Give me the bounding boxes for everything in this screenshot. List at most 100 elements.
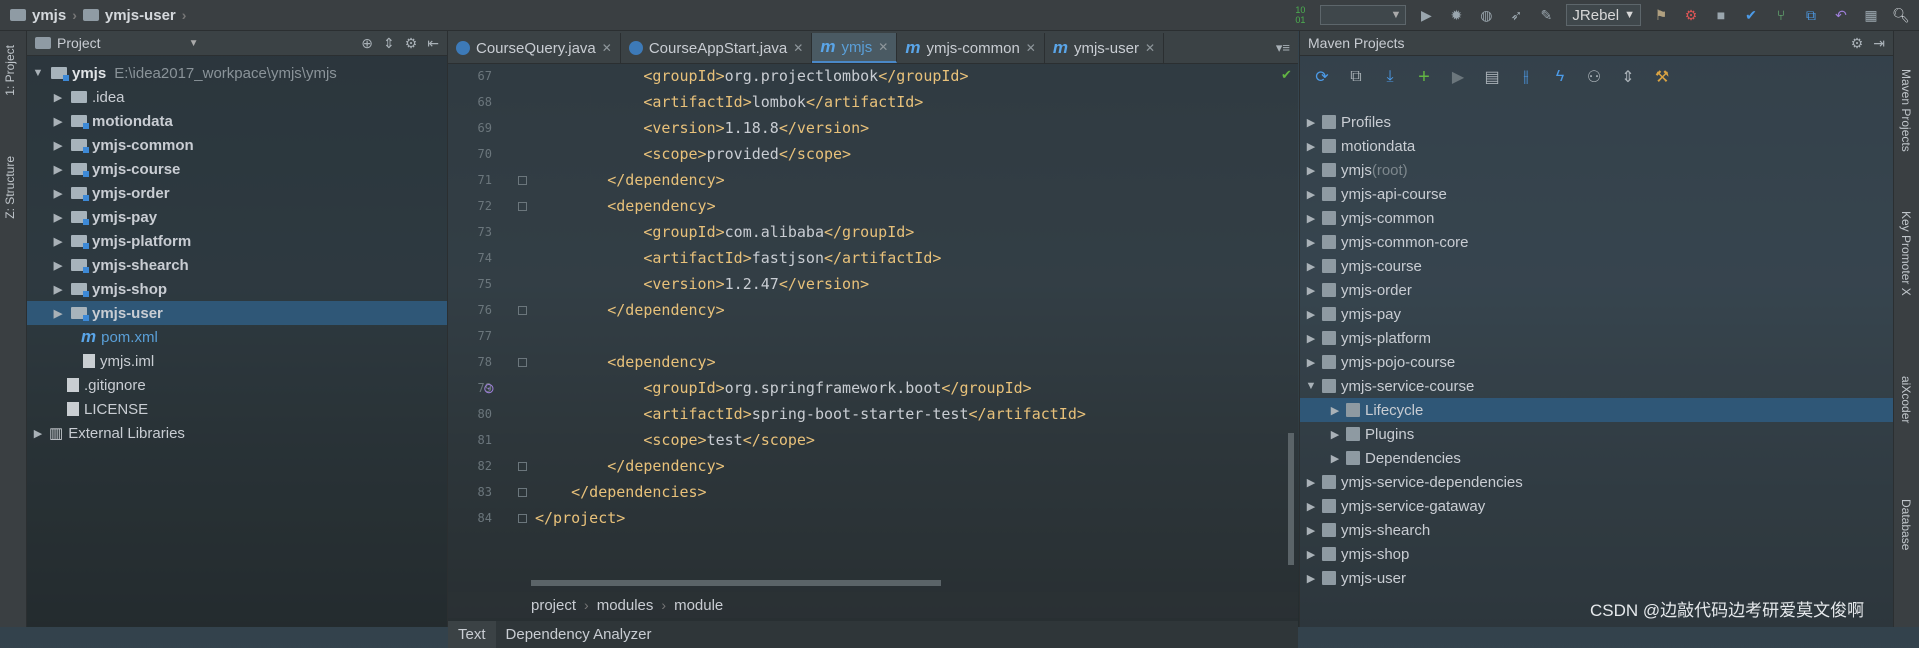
tool-tab-aixcoder[interactable]: aiXcoder: [1899, 376, 1913, 423]
xml-crumb[interactable]: module: [674, 597, 723, 614]
expand-right-icon[interactable]: ▶: [51, 115, 65, 128]
expand-right-icon[interactable]: ▶: [51, 235, 65, 248]
close-icon[interactable]: ✕: [1026, 41, 1036, 55]
fold-marker[interactable]: [518, 358, 527, 367]
expand-right-icon[interactable]: ▶: [1304, 524, 1318, 537]
expand-right-icon[interactable]: ▶: [51, 259, 65, 272]
code-area[interactable]: <groupId>org.projectlombok</groupId> <ar…: [535, 63, 1285, 583]
maven-project-item[interactable]: ▶ ymjs-shearch: [1304, 518, 1430, 542]
maven-project-item[interactable]: ▶ Profiles: [1304, 110, 1391, 134]
expand-right-icon[interactable]: ▶: [1304, 572, 1318, 585]
stop-icon[interactable]: ■: [1711, 5, 1731, 25]
maven-project-item[interactable]: ▶ ymjs-course: [1304, 254, 1422, 278]
add-icon[interactable]: +: [1414, 66, 1434, 88]
vcs-commit-icon[interactable]: ⑂: [1771, 5, 1791, 25]
collapse-icon[interactable]: ⇕: [383, 35, 395, 52]
tab-ymjs[interactable]: m ymjs ✕: [812, 33, 898, 63]
run-icon[interactable]: ▶: [1416, 5, 1436, 25]
maven-project-item[interactable]: ▶ ymjs-pay: [1304, 302, 1401, 326]
tab-dependency-analyzer[interactable]: Dependency Analyzer: [496, 621, 662, 648]
build-icon[interactable]: ✎: [1536, 5, 1556, 25]
tree-item[interactable]: ymjs.iml: [77, 349, 154, 373]
tab-text[interactable]: Text: [448, 621, 496, 648]
jrebel-select[interactable]: JRebel ▼: [1566, 4, 1641, 26]
xml-crumb[interactable]: project: [531, 597, 576, 614]
vcs-history-icon[interactable]: ⧉: [1801, 5, 1821, 25]
expand-right-icon[interactable]: ▶: [51, 211, 65, 224]
expand-right-icon[interactable]: ▶: [51, 91, 65, 104]
expand-right-icon[interactable]: ▶: [51, 139, 65, 152]
locate-icon[interactable]: ⊕: [361, 35, 373, 52]
expand-down-icon[interactable]: ▼: [1304, 380, 1318, 392]
maven-child-item[interactable]: ▶ Plugins: [1328, 422, 1414, 446]
expand-right-icon[interactable]: ▶: [1304, 116, 1318, 129]
tree-item[interactable]: ▶ .idea: [51, 85, 125, 109]
tree-item[interactable]: m pom.xml: [81, 325, 158, 349]
gear-icon[interactable]: ⚙: [1851, 35, 1864, 52]
close-icon[interactable]: ✕: [878, 40, 888, 54]
run-icon[interactable]: ▶: [1448, 67, 1468, 87]
expand-right-icon[interactable]: ▶: [1304, 140, 1318, 153]
structure-icon[interactable]: ▦: [1861, 5, 1881, 25]
expand-right-icon[interactable]: ▶: [1304, 308, 1318, 321]
maven-project-item[interactable]: ▶ ymjs (root): [1304, 158, 1408, 182]
tree-item[interactable]: ▶ motiondata: [51, 109, 173, 133]
download-icon[interactable]: ⤓: [1380, 67, 1400, 87]
tool-tab-structure[interactable]: Z: Structure: [3, 156, 17, 219]
expand-right-icon[interactable]: ▶: [1304, 188, 1318, 201]
fold-marker[interactable]: [518, 306, 527, 315]
expand-right-icon[interactable]: ▶: [1304, 284, 1318, 297]
maven-project-item[interactable]: ▶ ymjs-platform: [1304, 326, 1431, 350]
hide-icon[interactable]: ⇥: [1873, 35, 1885, 52]
maven-project-item[interactable]: ▶ ymjs-user: [1304, 566, 1406, 590]
maven-child-item[interactable]: ▶ Lifecycle: [1300, 398, 1893, 422]
tree-item[interactable]: .gitignore: [61, 373, 146, 397]
expand-right-icon[interactable]: ▶: [51, 187, 65, 200]
tree-item[interactable]: LICENSE: [61, 397, 148, 421]
fold-marker[interactable]: [518, 462, 527, 471]
maven-project-item[interactable]: ▶ ymjs-common: [1304, 206, 1435, 230]
tree-item[interactable]: ▶ ymjs-shop: [51, 277, 167, 301]
maven-project-item[interactable]: ▶ ymjs-service-gataway: [1304, 494, 1485, 518]
toggle-offline-icon[interactable]: ⫲: [1516, 67, 1536, 87]
crumb-project[interactable]: ymjs: [32, 7, 66, 24]
expand-right-icon[interactable]: ▶: [1328, 428, 1342, 441]
tree-item[interactable]: ▶ ymjs-course: [51, 157, 181, 181]
tool-tab-database[interactable]: Database: [1899, 499, 1913, 550]
tree-item[interactable]: ▶ ymjs-shearch: [51, 253, 189, 277]
xml-crumb[interactable]: modules: [597, 597, 654, 614]
search-icon[interactable]: 🔍︎: [1891, 5, 1911, 25]
horizontal-scrollbar[interactable]: [531, 580, 941, 586]
run-gutter-icon[interactable]: ⊙: [483, 380, 495, 397]
maven-project-item[interactable]: ▶ ymjs-service-dependencies: [1304, 470, 1523, 494]
tab-list-icon[interactable]: ▾≡: [1276, 33, 1298, 63]
tab-course-app-start[interactable]: CourseAppStart.java ✕: [621, 33, 813, 63]
project-view-select[interactable]: Project: [57, 35, 101, 51]
fold-marker[interactable]: [518, 488, 527, 497]
undo-icon[interactable]: ↶: [1831, 5, 1851, 25]
expand-right-icon[interactable]: ▶: [1304, 212, 1318, 225]
expand-right-icon[interactable]: ▶: [1304, 548, 1318, 561]
vcs-update-icon[interactable]: ✔: [1741, 5, 1761, 25]
jrebel-debug-icon[interactable]: ⚙: [1681, 5, 1701, 25]
hide-icon[interactable]: ⇤: [427, 35, 439, 52]
tree-item[interactable]: ▶ ymjs-pay: [51, 205, 157, 229]
fold-marker[interactable]: [518, 514, 527, 523]
tree-item[interactable]: ▶ ymjs-platform: [51, 229, 191, 253]
close-icon[interactable]: ✕: [602, 41, 612, 55]
fold-marker[interactable]: [518, 176, 527, 185]
expand-right-icon[interactable]: ▶: [1304, 164, 1318, 177]
expand-right-icon[interactable]: ▶: [1304, 500, 1318, 513]
jrebel-run-icon[interactable]: ⚑: [1651, 5, 1671, 25]
gear-icon[interactable]: ⚙: [405, 35, 418, 52]
tree-item-selected[interactable]: ▶ ymjs-user: [27, 301, 447, 325]
run-config-icon[interactable]: ▤: [1482, 67, 1502, 87]
expand-right-icon[interactable]: ▶: [51, 283, 65, 296]
maven-project-item[interactable]: ▶ ymjs-order: [1304, 278, 1412, 302]
expand-right-icon[interactable]: ▶: [31, 427, 45, 440]
scrollbar[interactable]: [1288, 433, 1294, 565]
expand-right-icon[interactable]: ▶: [51, 307, 65, 320]
expand-right-icon[interactable]: ▶: [1304, 260, 1318, 273]
maven-project-item[interactable]: ▶ ymjs-pojo-course: [1304, 350, 1455, 374]
expand-right-icon[interactable]: ▶: [51, 163, 65, 176]
